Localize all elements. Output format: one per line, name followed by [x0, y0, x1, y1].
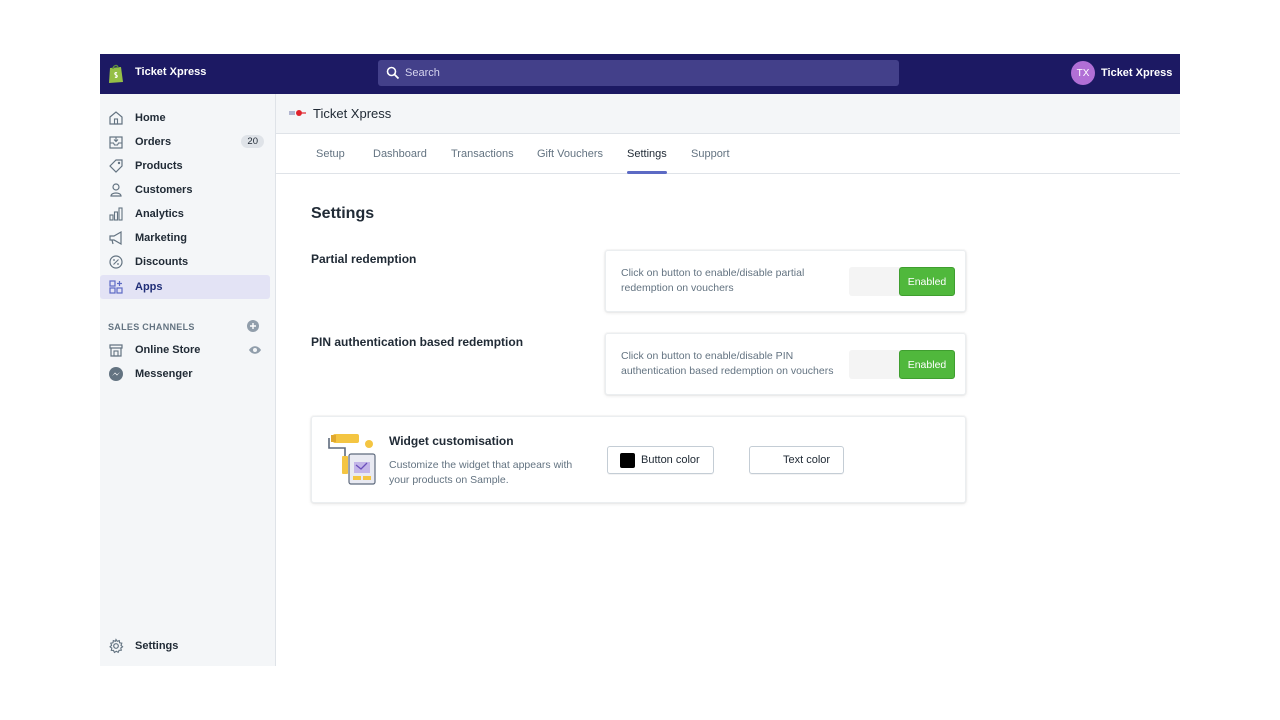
sidebar-item-home[interactable]: Home: [100, 106, 270, 130]
button-color-label: Button color: [641, 454, 700, 466]
paint-roller-illustration-icon: [328, 434, 376, 485]
tag-icon: [109, 159, 123, 173]
top-bar: Ticket Xpress Search TX Ticket Xpress: [100, 54, 1180, 94]
tab-gift-vouchers[interactable]: Gift Vouchers: [537, 148, 603, 160]
sidebar-item-settings[interactable]: Settings: [100, 634, 270, 658]
sidebar-item-online-store[interactable]: Online Store: [100, 338, 270, 362]
sidebar-item-label: Home: [135, 112, 166, 124]
avatar-initials: TX: [1076, 67, 1090, 79]
text-color-label: Text color: [783, 454, 831, 466]
discount-icon: [109, 255, 123, 269]
widget-customisation-description: Customize the widget that appears with y…: [389, 459, 573, 486]
pin-redemption-description: Click on button to enable/disable PIN au…: [621, 350, 834, 377]
sidebar-item-label: Customers: [135, 184, 193, 196]
search-icon: [386, 66, 400, 80]
sidebar-item-analytics[interactable]: Analytics: [100, 202, 270, 226]
pin-redemption-card: Click on button to enable/disable PIN au…: [605, 333, 966, 395]
page-title: Settings: [311, 205, 375, 222]
apps-icon: [109, 280, 123, 294]
megaphone-icon: [109, 230, 122, 246]
store-name[interactable]: Ticket Xpress: [135, 66, 206, 78]
sidebar-item-messenger[interactable]: Messenger: [100, 362, 270, 386]
tab-transactions[interactable]: Transactions: [451, 148, 514, 160]
orders-icon: [109, 136, 123, 149]
person-icon: [110, 183, 122, 197]
text-color-swatch: [762, 453, 777, 468]
sales-channels-title: SALES CHANNELS: [108, 322, 195, 332]
sidebar-item-label: Orders: [135, 136, 172, 148]
partial-redemption-title: Partial redemption: [311, 252, 417, 266]
sidebar-item-label: Settings: [135, 640, 179, 652]
partial-redemption-toggle-track[interactable]: [849, 267, 903, 296]
app-frame: Ticket Xpress Search TX Ticket Xpress Ho…: [100, 54, 1180, 666]
sidebar-item-label: Marketing: [135, 232, 187, 244]
messenger-icon: [109, 367, 123, 381]
button-color-picker-button[interactable]: Button color: [607, 446, 714, 474]
store-icon: [109, 344, 123, 357]
main-content: Ticket Xpress Setup Dashboard Transactio…: [276, 94, 1180, 666]
search-input[interactable]: Search: [378, 60, 899, 86]
sidebar-item-orders[interactable]: Orders 20: [100, 130, 270, 154]
sidebar-item-label: Discounts: [135, 256, 189, 268]
tab-support[interactable]: Support: [691, 148, 730, 160]
sidebar-item-label: Analytics: [135, 208, 184, 220]
partial-redemption-enabled-button[interactable]: Enabled: [899, 267, 955, 296]
sidebar-item-label: Apps: [135, 281, 163, 293]
sidebar-item-customers[interactable]: Customers: [100, 178, 270, 202]
tab-settings[interactable]: Settings: [627, 148, 667, 160]
partial-redemption-card: Click on button to enable/disable partia…: [605, 250, 966, 312]
partial-redemption-description: Click on button to enable/disable partia…: [621, 267, 805, 294]
pin-redemption-title: PIN authentication based redemption: [311, 335, 524, 349]
search-placeholder: Search: [405, 67, 440, 79]
pin-redemption-enabled-button[interactable]: Enabled: [899, 350, 955, 379]
button-label: Enabled: [907, 358, 947, 371]
sidebar-item-marketing[interactable]: Marketing: [100, 226, 270, 250]
sidebar-item-products[interactable]: Products: [100, 154, 270, 178]
widget-customisation-title: Widget customisation: [389, 434, 514, 448]
sidebar-item-discounts[interactable]: Discounts: [100, 250, 270, 274]
tab-dashboard[interactable]: Dashboard: [373, 148, 427, 160]
user-name[interactable]: Ticket Xpress: [1101, 67, 1172, 79]
sidebar-item-label: Messenger: [135, 368, 193, 380]
home-icon: [109, 111, 123, 125]
sidebar-item-label: Products: [135, 160, 183, 172]
sidebar-item-apps[interactable]: Apps: [100, 275, 270, 299]
app-header: Ticket Xpress: [276, 94, 1180, 134]
active-tab-indicator: [627, 171, 667, 174]
eye-icon[interactable]: [248, 345, 262, 355]
widget-customisation-card: Widget customisation Customize the widge…: [311, 416, 966, 503]
pin-redemption-toggle-track[interactable]: [849, 350, 903, 379]
button-color-swatch: [620, 453, 635, 468]
shopify-bag-icon[interactable]: [107, 63, 125, 84]
gear-icon: [109, 638, 124, 654]
sidebar: Home Orders 20 Products Customers Analyt…: [100, 94, 276, 666]
orders-count-badge: 20: [241, 135, 264, 148]
app-tabs: Setup Dashboard Transactions Gift Vouche…: [276, 134, 1180, 174]
button-label: Enabled: [907, 275, 947, 288]
analytics-icon: [109, 207, 123, 221]
text-color-picker-button[interactable]: Text color: [749, 446, 844, 474]
app-title: Ticket Xpress: [313, 106, 392, 121]
sidebar-item-label: Online Store: [135, 344, 201, 356]
ticket-xpress-logo-icon: [289, 110, 306, 116]
avatar[interactable]: TX: [1071, 61, 1095, 85]
add-channel-icon[interactable]: [247, 320, 259, 332]
tab-setup[interactable]: Setup: [316, 148, 345, 160]
